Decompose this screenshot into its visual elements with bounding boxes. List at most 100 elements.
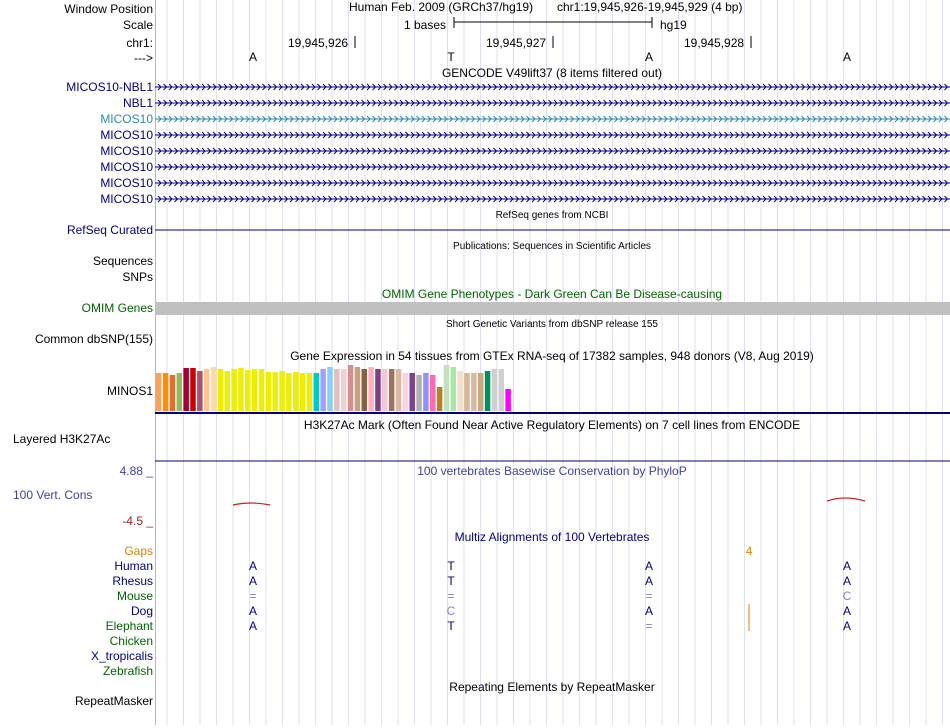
repeatmasker-label[interactable]: RepeatMasker [75,694,153,708]
strand-label: ---> [134,51,153,65]
gtex-title[interactable]: Gene Expression in 54 tissues from GTEx … [290,349,814,363]
gtex-bar [484,371,491,411]
gtex-bar [423,373,429,411]
dbsnp-title[interactable]: Short Genetic Variants from dbSNP releas… [446,318,658,332]
species-label[interactable]: Dog [131,604,153,618]
gencode-item-label[interactable]: MICOS10 [100,176,153,190]
alignment-base: C [446,604,456,618]
refseq-label[interactable]: RefSeq Curated [67,223,153,237]
gtex-bar [217,369,224,411]
alignment-base: = [249,589,257,603]
gtex-bar [354,367,361,411]
tick-label-1: 19,945,926 [288,36,349,50]
omim-label[interactable]: OMIM Genes [82,301,153,315]
gtex-bar [156,373,162,411]
gtex-bar [450,367,457,411]
alignment-base: A [248,619,258,633]
gtex-bar [210,367,217,411]
gencode-title[interactable]: GENCODE V49lift37 (8 items filtered out) [442,66,662,80]
tick-label-3: 19,945,928 [684,36,745,50]
scale-value: 1 bases [404,18,447,32]
alignment-base: A [644,574,654,588]
gtex-bar [334,369,340,411]
gtex-bar [238,368,244,411]
gencode-item-label[interactable]: MICOS10 [100,128,153,142]
phylop-signal-2 [826,497,866,502]
phylop-signal-1 [232,502,271,506]
gtex-bar [299,373,306,411]
species-label[interactable]: Zebrafish [103,664,153,678]
gap-count: 4 [745,544,753,558]
species-label[interactable]: Chicken [110,634,153,648]
gtex-bar [183,368,189,411]
base-2: T [447,50,455,64]
alignment-base: A [248,574,258,588]
base-3: A [644,50,654,64]
phylop-label[interactable]: 100 Vert. Cons [13,488,92,502]
gencode-item-label[interactable]: MICOS10 [100,144,153,158]
publications-title[interactable]: Publications: Sequences in Scientific Ar… [453,240,651,254]
gtex-bar [190,368,196,411]
gtex-bar [388,369,395,411]
h3k27ac-title[interactable]: H3K27Ac Mark (Often Found Near Active Re… [304,418,800,432]
gtex-bar [251,369,258,411]
h3k27ac-label[interactable]: Layered H3K27Ac [13,432,110,446]
gtex-bar [505,389,511,411]
gtex-bar [464,373,470,411]
species-label[interactable]: X_tropicalis [91,649,153,663]
gtex-label[interactable]: MINOS1 [107,384,153,398]
alignment-base: C [842,589,852,603]
scale-label: Scale [122,18,153,32]
gtex-bar [382,369,388,411]
window-position-label: Window Position [64,2,153,16]
gtex-bar [361,369,367,411]
gtex-bar [491,369,498,411]
phylop-title[interactable]: 100 vertebrates Basewise Conservation by… [417,464,686,478]
species-label[interactable]: Human [114,559,153,573]
phylop-max: 4.88 _ [119,464,153,478]
gtex-bar [375,369,381,411]
gtex-bar [293,372,299,411]
gencode-item-label[interactable]: MICOS10 [100,112,153,126]
gtex-bar [245,370,251,411]
gtex-bar [402,373,409,411]
species-label[interactable]: Rhesus [112,574,153,588]
species-label[interactable]: Elephant [106,619,153,633]
gtex-bar [286,373,292,411]
gaps-label: Gaps [124,544,153,558]
gtex-bar [265,372,272,411]
tick-label-2: 19,945,927 [486,36,547,50]
gtex-bar [409,373,415,411]
dbsnp-label[interactable]: Common dbSNP(155) [35,332,153,346]
gtex-bar [443,365,450,411]
multiz-title[interactable]: Multiz Alignments of 100 Vertebrates [455,530,650,544]
gtex-bar [272,372,278,411]
alignment-base: = [447,589,455,603]
position-text: chr1:19,945,926-19,945,929 (4 bp) [557,0,743,14]
gtex-bar [347,365,354,411]
alignment-base: A [842,559,852,573]
gtex-bar [457,371,463,411]
snps-label[interactable]: SNPs [122,270,153,284]
gtex-bar [430,375,436,411]
omim-title[interactable]: OMIM Gene Phenotypes - Dark Green Can Be… [382,287,722,301]
alignment-base: A [842,604,852,618]
alignment-base: T [447,559,455,573]
gencode-item-label[interactable]: MICOS10 [100,192,153,206]
species-label[interactable]: Mouse [117,589,153,603]
gencode-item-label[interactable]: MICOS10-NBL1 [66,80,153,94]
gencode-item-label[interactable]: MICOS10 [100,160,153,174]
gtex-bar [313,373,320,411]
alignment-base: A [842,619,852,633]
refseq-title[interactable]: RefSeq genes from NCBI [496,209,609,223]
phylop-min: -4.5 _ [122,514,153,528]
alignment-base: = [645,589,653,603]
publications-label[interactable]: Sequences [93,254,153,268]
base-4: A [842,50,852,64]
gtex-bar [320,369,326,411]
alignment-base: A [248,559,258,573]
repeatmasker-title[interactable]: Repeating Elements by RepeatMasker [449,680,654,694]
alignment-base: A [248,604,258,618]
gencode-item-label[interactable]: NBL1 [123,96,153,110]
gtex-bar [162,373,169,411]
